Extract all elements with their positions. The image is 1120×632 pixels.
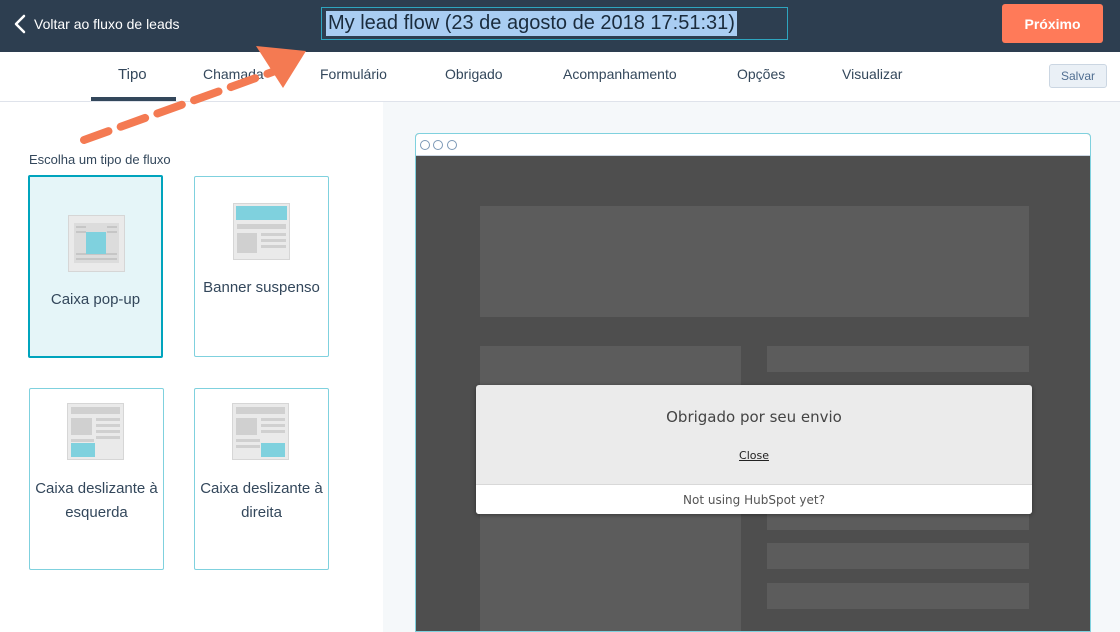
- close-link[interactable]: Close: [476, 449, 1032, 462]
- browser-dot-icon: [420, 140, 430, 150]
- placeholder-line: [767, 583, 1029, 609]
- placeholder-line: [767, 543, 1029, 569]
- thank-you-message: Obrigado por seu envio: [666, 408, 842, 426]
- card-label: Banner suspenso: [203, 279, 320, 296]
- tab-chamada[interactable]: Chamada: [203, 66, 264, 82]
- back-link-label: Voltar ao fluxo de leads: [34, 16, 180, 32]
- back-to-lead-flows-link[interactable]: Voltar ao fluxo de leads: [12, 13, 180, 35]
- flow-title-text: My lead flow (23 de agosto de 2018 17:51…: [326, 11, 737, 36]
- browser-dot-icon: [433, 140, 443, 150]
- popup-box-icon: [68, 215, 125, 272]
- tab-obrigado[interactable]: Obrigado: [445, 66, 503, 82]
- card-label: Caixa pop-up: [50, 291, 141, 308]
- flow-type-card-banner[interactable]: Banner suspenso: [194, 176, 329, 357]
- flow-type-card-slide-left[interactable]: Caixa deslizante à esquerda: [29, 388, 164, 570]
- popup-preview-modal: Obrigado por seu envio Close Not using H…: [476, 385, 1032, 514]
- flow-type-card-slide-right[interactable]: Caixa deslizante à direita: [194, 388, 329, 570]
- tab-tipo[interactable]: Tipo: [118, 66, 147, 83]
- placeholder-hero-block: [480, 206, 1029, 317]
- top-bar: Voltar ao fluxo de leads My lead flow (2…: [0, 0, 1120, 52]
- tab-visualizar[interactable]: Visualizar: [842, 66, 902, 82]
- active-tab-indicator: [91, 97, 176, 101]
- tab-bar: Tipo Chamada Formulário Obrigado Acompan…: [0, 52, 1120, 102]
- tab-acompanhamento[interactable]: Acompanhamento: [563, 66, 677, 82]
- card-label: Caixa deslizante à esquerda: [35, 480, 158, 521]
- tab-formulario[interactable]: Formulário: [320, 66, 387, 82]
- tab-opcoes[interactable]: Opções: [737, 66, 785, 82]
- flow-title-input[interactable]: My lead flow (23 de agosto de 2018 17:51…: [321, 7, 788, 40]
- placeholder-line: [767, 346, 1029, 372]
- flow-type-card-popup[interactable]: Caixa pop-up: [28, 175, 163, 358]
- section-title: Escolha um tipo de fluxo: [29, 152, 171, 167]
- next-button[interactable]: Próximo: [1002, 4, 1103, 43]
- browser-dot-icon: [447, 140, 457, 150]
- slide-in-right-icon: [232, 403, 289, 460]
- dropdown-banner-icon: [233, 203, 290, 260]
- hubspot-footer-link[interactable]: Not using HubSpot yet?: [476, 484, 1032, 514]
- chevron-left-icon: [14, 14, 26, 34]
- card-label: Caixa deslizante à direita: [200, 480, 323, 521]
- browser-toolbar: [416, 134, 1090, 156]
- save-button[interactable]: Salvar: [1049, 64, 1107, 88]
- preview-browser-frame: [415, 133, 1091, 632]
- slide-in-left-icon: [67, 403, 124, 460]
